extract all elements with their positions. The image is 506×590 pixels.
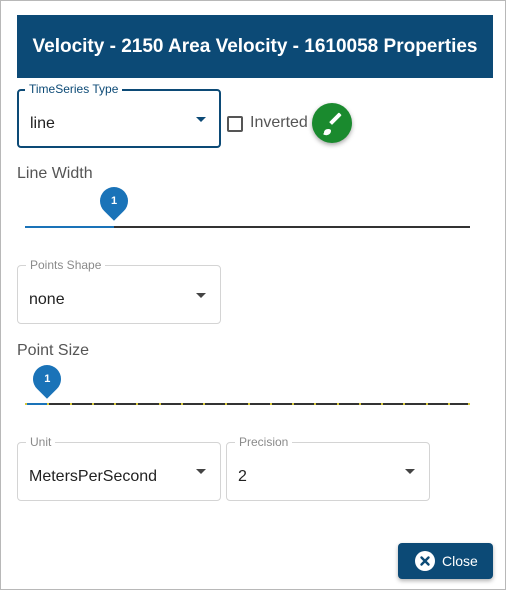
points-shape-select[interactable]: Points Shape none [17, 259, 221, 324]
point-size-tick [47, 403, 50, 405]
inverted-checkbox[interactable] [227, 116, 243, 132]
close-button-label: Close [442, 553, 478, 569]
close-circle-icon [415, 551, 435, 571]
point-size-tick [292, 403, 294, 405]
unit-value: MetersPerSecond [29, 468, 158, 485]
point-size-slider[interactable] [25, 403, 470, 405]
precision-label: Precision [235, 436, 293, 449]
point-size-tick [114, 403, 116, 405]
point-size-tick [247, 403, 250, 405]
chevron-down-icon [196, 293, 206, 298]
point-size-tick [225, 403, 228, 405]
point-size-tick [403, 403, 406, 405]
line-width-slider[interactable] [25, 226, 470, 228]
point-size-tick [447, 403, 450, 405]
color-picker-button[interactable] [312, 103, 352, 143]
point-size-tick [425, 403, 428, 405]
unit-label: Unit [26, 436, 56, 449]
unit-select[interactable]: Unit MetersPerSecond [17, 436, 221, 501]
point-size-tick [468, 403, 470, 405]
point-size-slider-thumb[interactable]: 1 [27, 359, 68, 399]
line-width-label: Line Width [17, 165, 93, 182]
point-size-tick [91, 403, 94, 405]
point-size-tick [69, 403, 72, 405]
paintbrush-icon [323, 112, 342, 136]
point-size-tick [269, 403, 272, 405]
properties-dialog: Velocity - 2150 Area Velocity - 1610058 … [0, 0, 506, 590]
point-size-tick [358, 403, 361, 405]
point-size-tick [336, 403, 339, 405]
dialog-title: Velocity - 2150 Area Velocity - 1610058 … [32, 35, 478, 57]
points-shape-value: none [29, 291, 65, 308]
chevron-down-icon [405, 469, 415, 474]
point-size-value: 1 [44, 373, 51, 385]
chevron-down-icon [196, 469, 206, 474]
chevron-down-icon [196, 117, 206, 122]
line-width-slider-thumb[interactable]: 1 [94, 181, 134, 221]
timeseries-type-value: line [30, 115, 55, 132]
points-shape-label: Points Shape [26, 259, 106, 272]
inverted-label[interactable]: Inverted [250, 114, 308, 132]
timeseries-type-select[interactable]: TimeSeries Type line [17, 83, 221, 148]
point-size-tick [180, 403, 183, 405]
point-size-slider-fill [25, 403, 48, 405]
precision-select[interactable]: Precision 2 [226, 436, 430, 501]
point-size-label: Point Size [17, 342, 90, 359]
point-size-tick [158, 403, 161, 405]
point-size-tick [203, 403, 205, 405]
dialog-title-bar: Velocity - 2150 Area Velocity - 1610058 … [17, 15, 493, 78]
close-button[interactable]: Close [398, 543, 493, 579]
point-size-tick [314, 403, 317, 405]
line-width-slider-fill [25, 226, 114, 228]
point-size-tick [136, 403, 139, 405]
point-size-tick [25, 403, 27, 405]
point-size-tick [381, 403, 383, 405]
timeseries-type-label: TimeSeries Type [25, 83, 123, 96]
precision-value: 2 [238, 468, 247, 485]
line-width-value: 1 [110, 195, 118, 207]
